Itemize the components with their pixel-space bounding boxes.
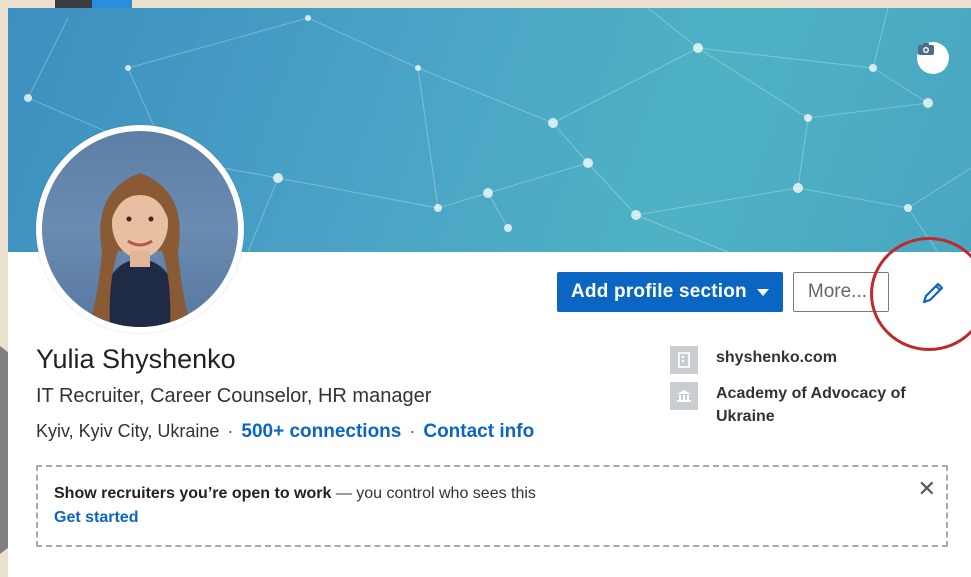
profile-card: Add profile section More... Yulia Shyshe… [8,8,971,577]
open-to-work-title: Show recruiters you’re open to work [54,485,332,502]
open-to-work-banner: Show recruiters you’re open to work — yo… [36,465,948,547]
education-item[interactable]: Academy of Advocacy of Ukraine [670,382,936,428]
profile-actions: Add profile section More... [557,272,889,312]
close-icon[interactable]: ✕ [918,478,936,500]
caret-down-icon [756,288,769,296]
add-profile-section-label: Add profile section [571,281,747,302]
annotation-circle [870,237,971,351]
profile-name: Yulia Shyshenko [36,344,236,374]
open-to-work-subtitle: — you control who sees this [331,485,536,502]
camera-icon [918,43,934,55]
education-text: Academy of Advocacy of Ukraine [716,385,906,425]
website-item[interactable]: shyshenko.com [670,346,936,374]
website-text: shyshenko.com [716,349,837,366]
profile-photo[interactable] [36,125,244,333]
contact-info-link[interactable]: Contact info [423,421,534,442]
school-icon [670,382,698,410]
profile-headline: IT Recruiter, Career Counselor, HR manag… [36,385,432,407]
avatar [42,131,238,327]
building-icon [670,346,698,374]
add-profile-section-button[interactable]: Add profile section [557,272,783,312]
get-started-link[interactable]: Get started [54,509,930,527]
location-line: Kyiv, Kyiv City, Ukraine · 500+ connection… [36,421,534,443]
separator: · [227,421,234,441]
profile-side-info: shyshenko.com Academy of Advocacy of Ukr… [670,346,936,436]
profile-location: Kyiv, Kyiv City, Ukraine [36,421,220,441]
more-label: More... [807,281,867,302]
camera-button[interactable] [917,42,949,74]
open-to-work-message: Show recruiters you’re open to work — yo… [54,485,930,503]
person-portrait [88,173,192,327]
connections-link[interactable]: 500+ connections [241,421,401,442]
separator: · [409,421,416,441]
